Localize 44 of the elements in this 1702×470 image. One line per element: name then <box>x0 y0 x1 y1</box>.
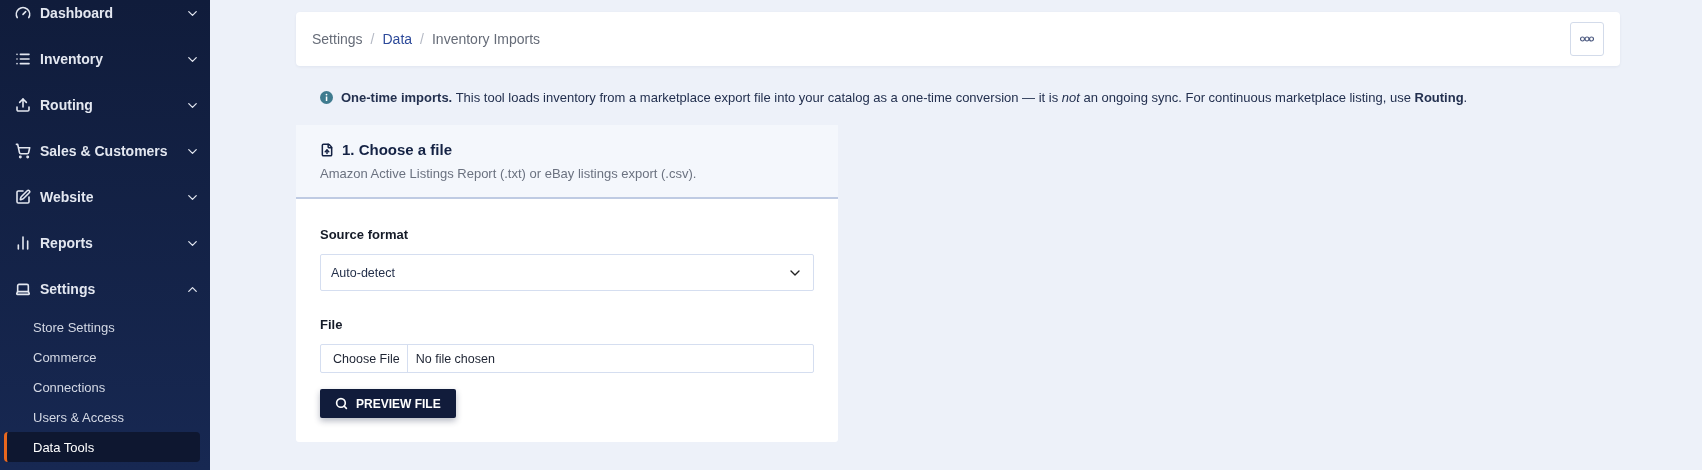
nav-item[interactable]: Inventory <box>12 36 200 82</box>
list-icon <box>15 51 31 67</box>
dots-icon <box>1580 36 1594 42</box>
nav-subitem[interactable]: Connections <box>4 372 200 402</box>
select-field[interactable]: Auto-detect <box>320 254 814 291</box>
more-button[interactable] <box>1570 22 1604 56</box>
nav-label: Settings <box>40 281 97 297</box>
upload-icon <box>15 97 31 113</box>
gauge-icon <box>15 5 31 21</box>
nav-subitem[interactable]: Commerce <box>4 342 200 372</box>
edit-icon <box>15 189 31 205</box>
file-upload-icon <box>320 142 334 157</box>
nav-item[interactable]: Routing <box>12 82 200 128</box>
nav-item[interactable]: Reports <box>12 220 200 266</box>
preview-button[interactable]: PREVIEW FILE <box>320 389 456 418</box>
card-subtitle: Amazon Active Listings Report (.txt) or eBay listings export (.csv). <box>320 166 698 181</box>
bar-chart-icon <box>15 235 31 251</box>
nav-label: Dashboard <box>40 5 115 21</box>
nav-item[interactable]: Website <box>12 174 200 220</box>
breadcrumb-text: Settings <box>312 31 363 47</box>
nav-label: Inventory <box>40 51 104 67</box>
file-input[interactable]: Choose File No file chosen <box>320 344 814 373</box>
cart-icon <box>15 143 31 159</box>
field-label: Source format <box>320 227 410 242</box>
breadcrumb-separator: / <box>370 31 375 47</box>
nav-subitem[interactable]: Data Tools <box>4 432 200 462</box>
nav-label: Reports <box>40 235 94 251</box>
nav-item[interactable]: Settings <box>12 266 200 312</box>
nav-item[interactable]: Dashboard <box>12 0 200 36</box>
breadcrumb-text: Inventory Imports <box>431 31 541 47</box>
nav-subitem[interactable]: Store Settings <box>4 312 200 342</box>
notice-text: One-time imports. This tool loads inventory from a marketplace export file into your catalog as a one-time conversion — it is not an ongoing sync. For continuous marketplace listing, use Routing. <box>341 90 1468 105</box>
nav-label: Website <box>40 189 95 205</box>
field-label: File <box>320 317 344 332</box>
nav-item[interactable]: Sales & Customers <box>12 128 200 174</box>
search-icon <box>335 397 348 410</box>
nav-label: Routing <box>40 97 94 113</box>
breadcrumb-separator: / <box>420 31 424 47</box>
breadcrumb-link[interactable]: Data <box>382 31 413 47</box>
card-title: 1. Choose a file <box>342 141 453 158</box>
nav-subitem[interactable]: Users & Access <box>4 402 200 432</box>
laptop-icon <box>15 281 31 297</box>
nav-label: Sales & Customers <box>40 143 169 159</box>
info-icon <box>320 91 333 104</box>
